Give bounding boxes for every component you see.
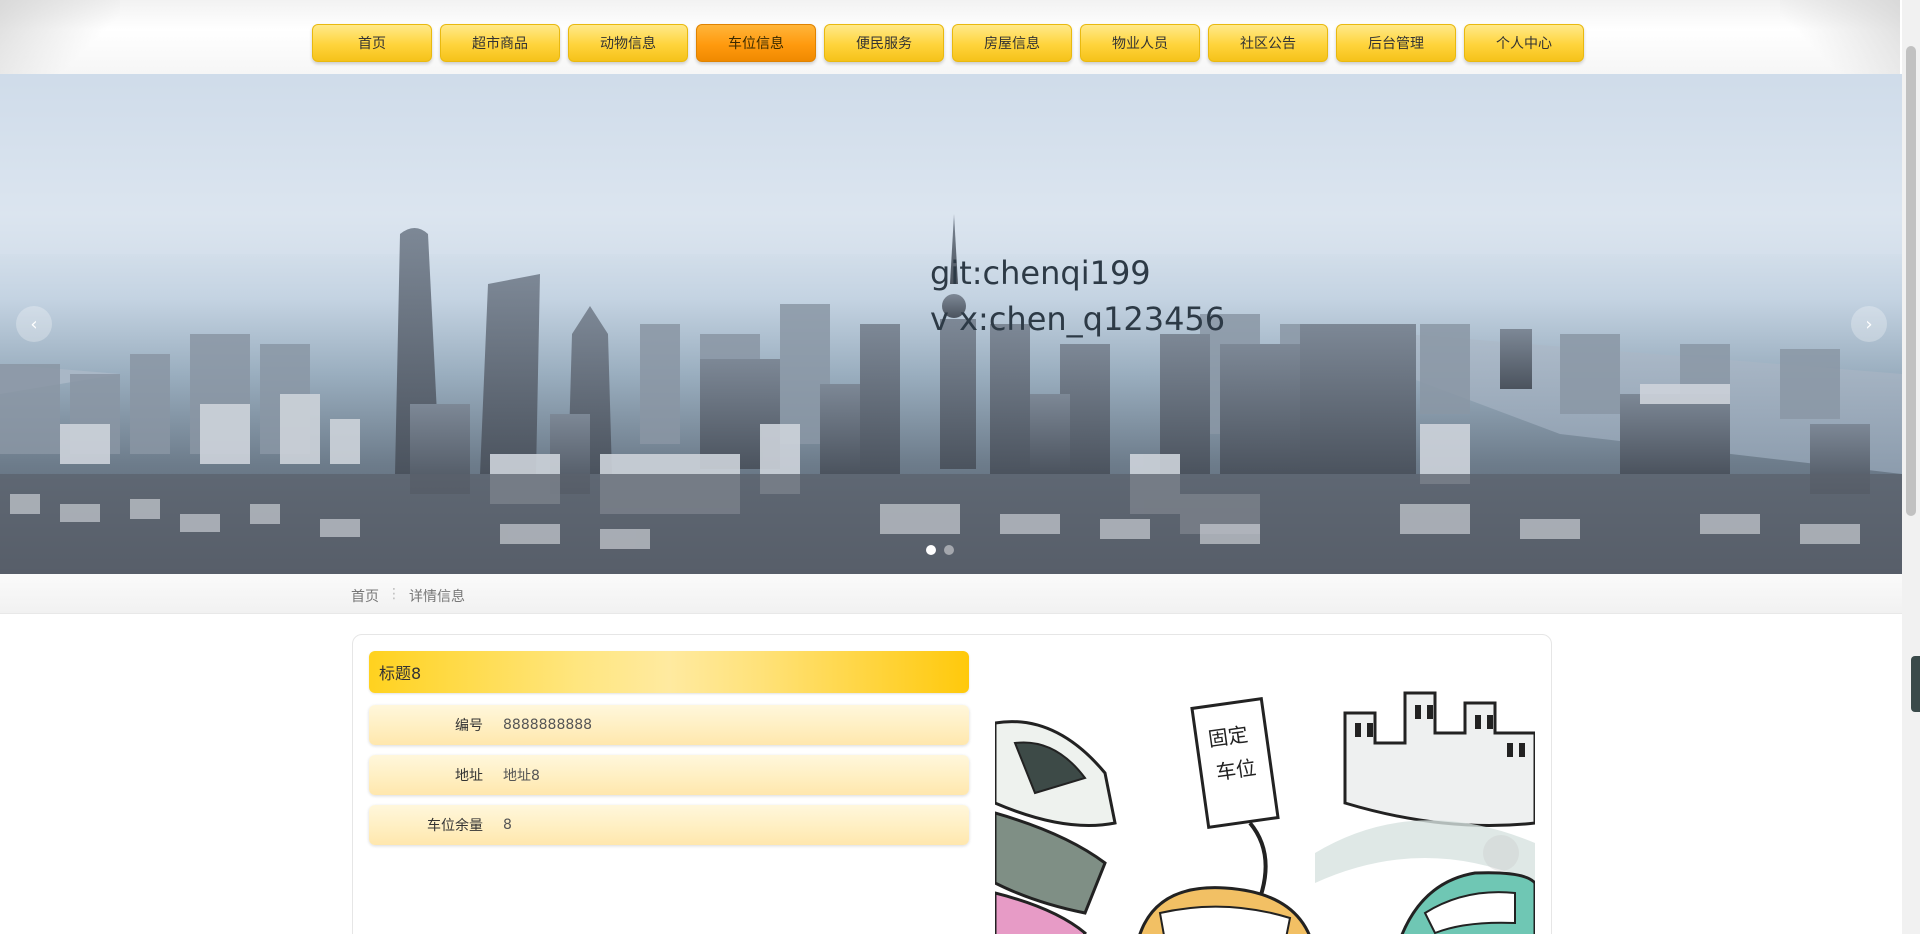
nav-item-animals[interactable]: 动物信息 — [568, 24, 688, 62]
detail-card: 标题8 编号 8888888888 地址 地址8 车位余量 8 固定 车位 — [352, 634, 1552, 934]
nav-item-staff[interactable]: 物业人员 — [1080, 24, 1200, 62]
nav-item-supermarket[interactable]: 超市商品 — [440, 24, 560, 62]
banner-carousel: git:chenqi199 v x:chen_q123456 ‹ › — [0, 74, 1902, 574]
breadcrumb: 首页 ⋮ 详情信息 — [351, 586, 465, 606]
nav-item-services[interactable]: 便民服务 — [824, 24, 944, 62]
parking-illustration: 固定 车位 — [995, 683, 1535, 934]
image-next-button[interactable] — [1483, 835, 1519, 871]
breadcrumb-current: 详情信息 — [409, 589, 465, 605]
top-navigation-bar: 首页 超市商品 动物信息 车位信息 便民服务 房屋信息 物业人员 社区公告 后台… — [0, 0, 1900, 74]
nav-item-notices[interactable]: 社区公告 — [1208, 24, 1328, 62]
field-value: 8 — [503, 817, 512, 833]
chevron-left-icon: ‹ — [30, 313, 38, 335]
breadcrumb-home-link[interactable]: 首页 — [351, 586, 379, 606]
banner-text-line-1: git:chenqi199 — [930, 254, 1151, 292]
field-number: 编号 8888888888 — [369, 705, 969, 745]
carousel-next-button[interactable]: › — [1851, 306, 1887, 342]
nav-item-parking[interactable]: 车位信息 — [696, 24, 816, 62]
carousel-dot[interactable] — [944, 545, 954, 555]
side-floating-widget[interactable] — [1911, 656, 1920, 712]
parking-cartoon-image: 固定 车位 — [995, 691, 1535, 934]
field-value: 8888888888 — [503, 717, 593, 733]
field-spots-remaining: 车位余量 8 — [369, 805, 969, 845]
breadcrumb-separator: ⋮ — [387, 586, 401, 602]
scrollbar-thumb[interactable] — [1906, 46, 1916, 516]
chevron-right-icon: › — [1865, 313, 1873, 335]
banner-text-line-2: v x:chen_q123456 — [930, 300, 1226, 338]
field-label: 地址 — [455, 768, 483, 784]
main-nav: 首页 超市商品 动物信息 车位信息 便民服务 房屋信息 物业人员 社区公告 后台… — [312, 24, 1584, 62]
field-value: 地址8 — [503, 768, 540, 784]
breadcrumb-bar: 首页 ⋮ 详情信息 — [0, 574, 1902, 614]
carousel-prev-button[interactable]: ‹ — [16, 306, 52, 342]
carousel-dot[interactable] — [926, 545, 936, 555]
nav-item-home[interactable]: 首页 — [312, 24, 432, 62]
field-label: 车位余量 — [427, 818, 483, 834]
nav-item-housing[interactable]: 房屋信息 — [952, 24, 1072, 62]
carousel-indicators — [926, 545, 954, 555]
field-label: 编号 — [455, 718, 483, 734]
nav-item-profile[interactable]: 个人中心 — [1464, 24, 1584, 62]
page-scrollbar[interactable] — [1902, 0, 1920, 934]
nav-item-admin[interactable]: 后台管理 — [1336, 24, 1456, 62]
field-address: 地址 地址8 — [369, 755, 969, 795]
detail-title: 标题8 — [369, 651, 969, 693]
